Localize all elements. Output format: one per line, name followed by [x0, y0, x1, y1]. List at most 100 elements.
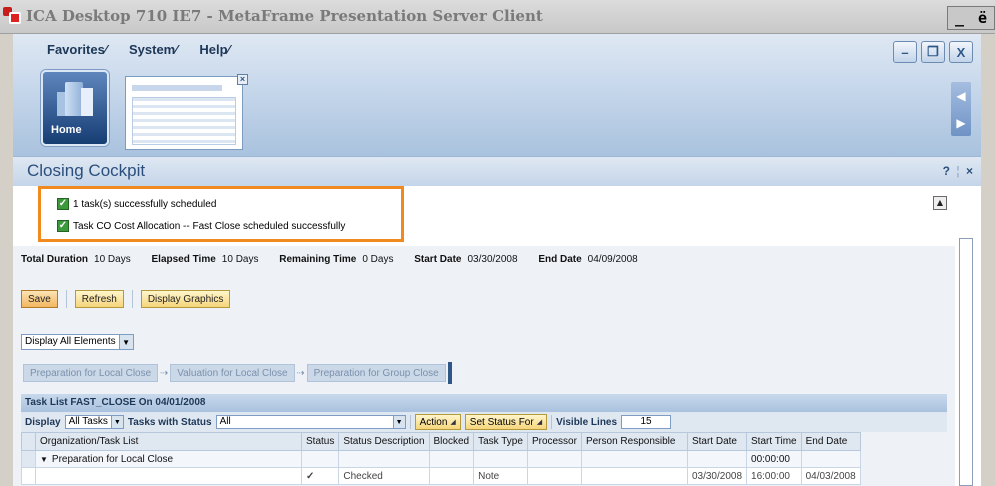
table-cell: [35, 467, 302, 485]
column-header[interactable]: Person Responsible: [580, 432, 688, 451]
phase-roadmap: Preparation for Local Close ⇢ Valuation …: [23, 362, 452, 384]
elapsed-time-label: Elapsed Time: [151, 254, 216, 265]
action-toolbar: Save Refresh Display Graphics: [21, 290, 231, 308]
table-cell: [526, 467, 582, 485]
row-selector[interactable]: [21, 450, 36, 468]
page-title: Closing Cockpit: [27, 161, 146, 180]
row-selector-header[interactable]: [21, 432, 36, 451]
display-label: Display: [25, 416, 61, 428]
task-table: Organization/Task List Status Status Des…: [21, 432, 861, 485]
menu-arrow-icon: ◢: [536, 419, 543, 426]
column-header[interactable]: Start Date: [686, 432, 748, 451]
menu-bar: Favorites⁄ System⁄ Help⁄: [47, 42, 230, 57]
portal-window-controls: – ❐ X: [893, 41, 973, 63]
table-cell: [686, 450, 748, 468]
table-cell: 00:00:00: [746, 450, 802, 468]
table-cell: [300, 450, 340, 468]
phase-end-marker: [447, 362, 452, 384]
table-header-row: Organization/Task List Status Status Des…: [21, 432, 861, 451]
table-cell: Note: [473, 467, 528, 485]
phase-step[interactable]: Valuation for Local Close: [170, 364, 295, 382]
remaining-time-label: Remaining Time: [279, 254, 357, 265]
column-header[interactable]: End Date: [800, 432, 861, 451]
app-window: ICA Desktop 710 IE7 - MetaFrame Presenta…: [0, 0, 995, 486]
building-icon: [57, 82, 93, 116]
refresh-button[interactable]: Refresh: [74, 290, 124, 308]
start-date-label: Start Date: [414, 254, 462, 265]
page-titlebar: Closing Cockpit ? ¦ ×: [13, 156, 981, 186]
history-nav: ◀ ▶: [951, 82, 971, 136]
chevron-down-icon: ▼: [118, 335, 133, 349]
thumbnail-close-icon[interactable]: ×: [237, 74, 248, 85]
tasks-with-status-label: Tasks with Status: [127, 416, 212, 428]
window-title: ICA Desktop 710 IE7 - MetaFrame Presenta…: [26, 7, 543, 25]
table-row[interactable]: ▼ Preparation for Local Close 00:00:00: [21, 450, 861, 468]
status-check-icon: ✓: [300, 467, 340, 485]
column-header[interactable]: Organization/Task List: [35, 432, 302, 451]
portal-close-button[interactable]: X: [949, 41, 973, 63]
table-cell: [338, 450, 430, 468]
table-cell: [526, 450, 582, 468]
elapsed-time-value: 10 Days: [221, 254, 259, 265]
column-header[interactable]: Start Time: [746, 432, 802, 451]
menu-help[interactable]: Help⁄: [199, 42, 229, 57]
display-graphics-button[interactable]: Display Graphics: [140, 290, 231, 308]
close-icon[interactable]: ×: [966, 164, 973, 178]
task-list-title: Task List FAST_CLOSE On 04/01/2008: [21, 394, 947, 412]
home-button[interactable]: Home: [41, 70, 109, 146]
nav-back-icon[interactable]: ◀: [956, 89, 965, 103]
scroll-up-icon[interactable]: ▲: [933, 196, 947, 210]
table-cell: 03/30/2008: [686, 467, 748, 485]
phase-connector-icon: ⇢: [296, 367, 305, 379]
display-elements-value: Display All Elements: [25, 336, 116, 347]
window-titlebar: ICA Desktop 710 IE7 - MetaFrame Presenta…: [0, 0, 995, 34]
portal-restore-button[interactable]: ❐: [921, 41, 945, 63]
column-header[interactable]: Task Type: [473, 432, 528, 451]
table-cell: [428, 467, 475, 485]
table-cell: 16:00:00: [746, 467, 802, 485]
table-row[interactable]: ✓ Checked Note 03/30/2008 16:00:00 04/03…: [21, 467, 861, 485]
open-window-thumbnail[interactable]: [125, 76, 243, 150]
chevron-down-icon: ▼: [110, 416, 123, 428]
end-date-label: End Date: [538, 254, 582, 265]
chevron-down-icon: ▼: [392, 416, 405, 428]
table-cell: [473, 450, 528, 468]
portal-minimize-button[interactable]: –: [893, 41, 917, 63]
citrix-app-icon: [3, 7, 23, 25]
visible-lines-input[interactable]: 15: [621, 415, 672, 429]
display-elements-select[interactable]: Display All Elements ▼: [21, 334, 134, 350]
menu-system[interactable]: System⁄: [129, 42, 177, 57]
table-cell: [800, 450, 861, 468]
menu-arrow-icon: ◢: [450, 419, 456, 426]
highlight-callout-box: [38, 186, 404, 242]
column-header[interactable]: Status: [300, 432, 340, 451]
vertical-scrollbar[interactable]: [959, 238, 973, 486]
phase-step[interactable]: Preparation for Local Close: [23, 364, 159, 382]
column-header[interactable]: Status Description: [338, 432, 430, 451]
table-cell: [580, 467, 688, 485]
help-icon[interactable]: ?: [943, 164, 950, 178]
row-selector[interactable]: [21, 467, 36, 485]
window-controls: _ ё: [947, 6, 995, 30]
expand-triangle-icon[interactable]: ▼: [40, 455, 48, 464]
menu-favorites[interactable]: Favorites⁄: [47, 42, 107, 57]
table-cell: [580, 450, 688, 468]
column-header[interactable]: Blocked: [428, 432, 475, 451]
action-menu-button[interactable]: Action ◢: [414, 414, 461, 430]
home-label: Home: [51, 124, 82, 136]
duration-summary: Total Duration 10 Days Elapsed Time 10 Day…: [21, 254, 656, 265]
column-header[interactable]: Processor: [526, 432, 582, 451]
nav-forward-icon[interactable]: ▶: [956, 116, 965, 130]
display-select[interactable]: All Tasks ▼: [64, 415, 124, 429]
restore-button[interactable]: ё: [971, 7, 994, 29]
phase-connector-icon: ⇢: [159, 367, 169, 379]
save-button[interactable]: Save: [21, 290, 58, 308]
phase-step[interactable]: Preparation for Group Close: [306, 364, 446, 382]
table-cell: Checked: [338, 467, 430, 485]
minimize-button[interactable]: _: [948, 7, 971, 29]
total-duration-label: Total Duration: [21, 254, 89, 265]
start-date-value: 03/30/2008: [467, 254, 518, 265]
set-status-menu-button[interactable]: Set Status For ◢: [464, 414, 548, 430]
status-select[interactable]: All ▼: [215, 415, 406, 429]
task-list-filters: Display All Tasks ▼ Tasks with Status All…: [21, 412, 947, 432]
